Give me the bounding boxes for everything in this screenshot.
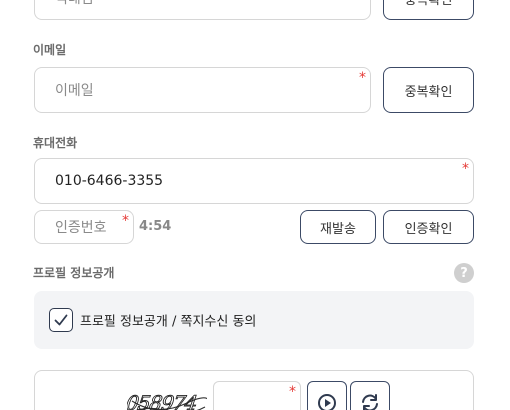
verification-timer: 4:54	[139, 219, 172, 234]
verification-code-required-mark: *	[122, 213, 129, 229]
profile-label: 프로필 정보공개	[33, 266, 115, 280]
email-placeholder: 이메일	[55, 83, 94, 99]
phone-label: 휴대전화	[33, 136, 78, 150]
help-icon[interactable]: ?	[454, 263, 474, 283]
nickname-check-button[interactable]: 중복확인	[383, 0, 474, 20]
verification-code-placeholder: 인증번호	[55, 220, 107, 236]
phone-input[interactable]: 010-6466-3355 *	[34, 158, 474, 204]
resend-button[interactable]: 재발송	[300, 210, 376, 244]
verify-button[interactable]: 인증확인	[383, 210, 474, 244]
captcha-panel: 058974 *	[34, 370, 474, 410]
verification-code-input[interactable]: 인증번호 *	[34, 210, 134, 244]
play-audio-icon	[318, 394, 336, 410]
consent-box: 프로필 정보공개 / 쪽지수신 동의	[34, 291, 474, 349]
consent-text: 프로필 정보공개 / 쪽지수신 동의	[80, 314, 257, 330]
captcha-image: 058974	[127, 391, 207, 410]
email-label: 이메일	[33, 43, 67, 57]
email-required-mark: *	[359, 70, 366, 86]
captcha-input[interactable]: *	[213, 381, 301, 410]
phone-required-mark: *	[462, 161, 469, 177]
captcha-refresh-button[interactable]	[350, 381, 390, 410]
captcha-text: 058974	[127, 391, 198, 410]
consent-checkbox[interactable]	[49, 308, 73, 332]
nickname-placeholder: 닉네임	[55, 0, 94, 8]
checkmark-icon	[54, 314, 68, 326]
nickname-input[interactable]: 닉네임	[34, 0, 371, 20]
captcha-required-mark: *	[289, 384, 296, 400]
captcha-audio-button[interactable]	[307, 381, 347, 410]
phone-value: 010-6466-3355	[55, 173, 164, 189]
email-check-button[interactable]: 중복확인	[383, 67, 474, 113]
refresh-icon	[362, 394, 378, 410]
email-input[interactable]: 이메일 *	[34, 67, 371, 113]
